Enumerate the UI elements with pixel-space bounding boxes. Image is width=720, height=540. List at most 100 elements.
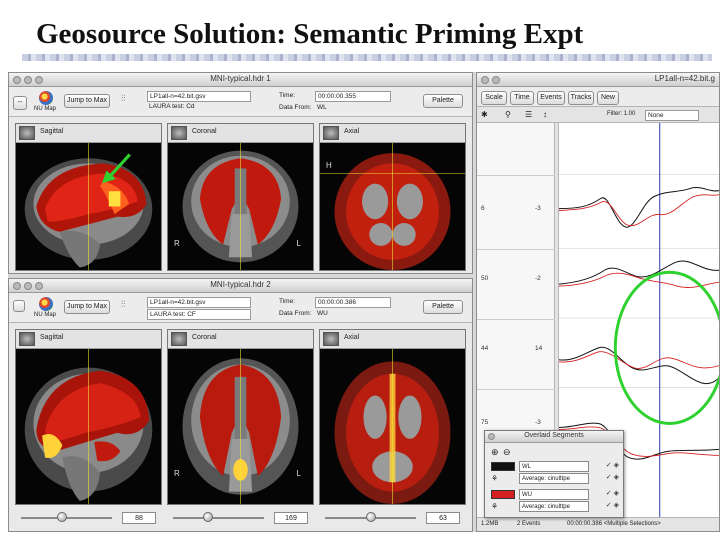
toggle-button[interactable] xyxy=(13,300,25,312)
viewer-toolbar: -- NU Map Jump to Max ⫶⫶ LP1all-n=42.bit… xyxy=(9,87,472,117)
wand-icon[interactable]: ⚘ xyxy=(491,502,498,511)
wand-icon[interactable]: ⚘ xyxy=(491,474,498,483)
palette-button[interactable]: Palette xyxy=(423,94,463,108)
sagittal-thumbnail-icon xyxy=(19,126,35,140)
axial-label: Axial xyxy=(344,128,360,135)
coronal-label: Coronal xyxy=(192,334,217,341)
nu-map-label: NU Map xyxy=(34,106,57,112)
viewer-window-1: MNI-typical.hdr 1 -- NU Map Jump to Max … xyxy=(8,72,473,274)
coronal-slider[interactable]: 169 xyxy=(167,509,314,527)
laura-test-field[interactable]: LAURA test: CF xyxy=(147,309,251,320)
segment-color-swatch[interactable] xyxy=(491,462,515,471)
viewer-window-2: MNI-typical.hdr 2 NU Map Jump to Max ⫶⫶ … xyxy=(8,278,473,532)
window-title: MNI-typical.hdr 2 xyxy=(210,280,271,289)
slider-thumb[interactable] xyxy=(365,512,376,522)
status-bar: 1.2MB 2 Events 00:00:00.386 <Multiple Se… xyxy=(477,517,719,531)
jump-to-max-button[interactable]: Jump to Max xyxy=(64,300,110,314)
time-field[interactable]: 00:00:00.386 xyxy=(315,297,391,308)
window-titlebar[interactable]: MNI-typical.hdr 2 xyxy=(9,279,472,293)
scale-button[interactable]: Scale xyxy=(481,91,507,105)
axial-pane[interactable]: Axial xyxy=(319,329,466,505)
axial-pane[interactable]: Axial H xyxy=(319,123,466,271)
channel-label: 6 xyxy=(481,205,485,212)
segment-color-swatch[interactable] xyxy=(491,490,515,499)
nu-map-icon[interactable] xyxy=(39,297,53,311)
axial-slice-value[interactable]: 63 xyxy=(426,512,460,524)
segment-checkmark-icon[interactable]: ✓ ◈ xyxy=(606,473,619,481)
jump-to-max-button[interactable]: Jump to Max xyxy=(64,94,110,108)
trace-wu xyxy=(559,351,719,369)
channel-icon[interactable]: ☰ xyxy=(525,110,532,119)
sagittal-slider[interactable]: 88 xyxy=(15,509,162,527)
sagittal-pane[interactable]: Sagittal xyxy=(15,329,162,505)
filter-bar: ✱ ⚲ ☰ ↕ Filter: 1.00 None xyxy=(477,107,719,123)
segment-checkmark-icon[interactable]: ✓ ◈ xyxy=(606,501,619,509)
coronal-label: Coronal xyxy=(192,128,217,135)
segment-row[interactable]: WL ✓ ◈ xyxy=(489,461,619,473)
segment-row[interactable]: ⚘ Average: cinulttpe ✓ ◈ xyxy=(489,501,619,513)
sliders-icon[interactable]: ⫶⫶ xyxy=(121,299,126,310)
data-from-value: WL xyxy=(317,104,327,111)
cursor-icon[interactable]: ↕ xyxy=(543,110,547,119)
filter-label: Filter: 1.00 xyxy=(607,111,636,117)
segment-row[interactable]: WU ✓ ◈ xyxy=(489,489,619,501)
file-name-field[interactable]: LP1all-n=42.bit.gsv xyxy=(147,91,251,102)
window-title: MNI-typical.hdr 1 xyxy=(210,74,271,83)
slider-track[interactable] xyxy=(173,517,264,519)
coronal-slice-value[interactable]: 169 xyxy=(274,512,308,524)
coronal-brain-image xyxy=(168,143,313,270)
segment-checkmark-icon[interactable]: ✓ ◈ xyxy=(606,489,619,497)
coronal-right-marker: R xyxy=(174,239,180,248)
window-title: LP1all-n=42.bit.g xyxy=(654,74,715,83)
trace-wl xyxy=(559,187,719,228)
highlight-arrow xyxy=(102,153,132,184)
settings-icon[interactable]: ✱ xyxy=(481,110,488,119)
collapse-button[interactable]: -- xyxy=(13,96,27,110)
nu-map-label: NU Map xyxy=(34,312,57,318)
coronal-pane[interactable]: Coronal R L xyxy=(167,123,314,271)
slider-thumb[interactable] xyxy=(202,512,213,522)
axial-brain-image xyxy=(320,349,465,504)
channel-label: 44 xyxy=(481,345,489,352)
window-titlebar[interactable]: LP1all-n=42.bit.g xyxy=(477,73,719,87)
trace-wu xyxy=(559,194,719,227)
nu-map-icon[interactable] xyxy=(39,91,53,105)
segment-type-select[interactable]: Average: cinulttpe xyxy=(519,501,589,512)
tracks-button[interactable]: Tracks xyxy=(568,91,594,105)
time-label: Time: xyxy=(279,298,296,305)
sliders-icon[interactable]: ⫶⫶ xyxy=(121,93,126,104)
axial-thumbnail-icon xyxy=(323,126,339,140)
channel-value: 14 xyxy=(535,345,543,352)
coronal-pane[interactable]: Coronal R L xyxy=(167,329,314,505)
sagittal-slice-value[interactable]: 88 xyxy=(122,512,156,524)
axial-slider[interactable]: 63 xyxy=(319,509,466,527)
palette-button[interactable]: Palette xyxy=(423,300,463,314)
zoom-icon[interactable]: ⚲ xyxy=(505,110,511,119)
window-titlebar[interactable]: MNI-typical.hdr 1 xyxy=(9,73,472,87)
new-button[interactable]: New xyxy=(597,91,619,105)
segment-name-select[interactable]: WU xyxy=(519,489,589,500)
panel-title: Overlaid Segments xyxy=(524,432,584,439)
segment-row[interactable]: ⚘ Average: cinulttpe ✓ ◈ xyxy=(489,473,619,485)
data-from-label: Data From: xyxy=(279,310,312,317)
overlaid-segments-panel: Overlaid Segments ⊕ ⊖ WL ✓ ◈ ⚘ Average: … xyxy=(484,430,624,518)
sagittal-label: Sagittal xyxy=(40,334,64,341)
filter-select[interactable]: None xyxy=(645,110,699,121)
time-field[interactable]: 00:00:00.355 xyxy=(315,91,391,102)
coronal-right-marker: R xyxy=(174,469,180,478)
sagittal-thumbnail-icon xyxy=(19,332,35,346)
viewer-toolbar: NU Map Jump to Max ⫶⫶ LP1all-n=42.bit.gs… xyxy=(9,293,472,323)
slider-thumb[interactable] xyxy=(56,512,67,522)
coronal-left-marker: L xyxy=(296,239,301,248)
file-name-field[interactable]: LP1all-n=42.bit.gsv xyxy=(147,297,251,308)
time-button[interactable]: Time xyxy=(510,91,534,105)
sagittal-pane[interactable]: Sagittal xyxy=(15,123,162,271)
segment-name-select[interactable]: WL xyxy=(519,461,589,472)
remove-segment-icon[interactable]: ⊖ xyxy=(503,447,511,458)
segment-type-select[interactable]: Average: cinulttpe xyxy=(519,473,589,484)
add-segment-icon[interactable]: ⊕ xyxy=(491,447,499,458)
panel-titlebar[interactable]: Overlaid Segments xyxy=(485,431,623,443)
segment-checkmark-icon[interactable]: ✓ ◈ xyxy=(606,461,619,469)
events-button[interactable]: Events xyxy=(537,91,565,105)
sagittal-brain-image xyxy=(16,143,161,270)
